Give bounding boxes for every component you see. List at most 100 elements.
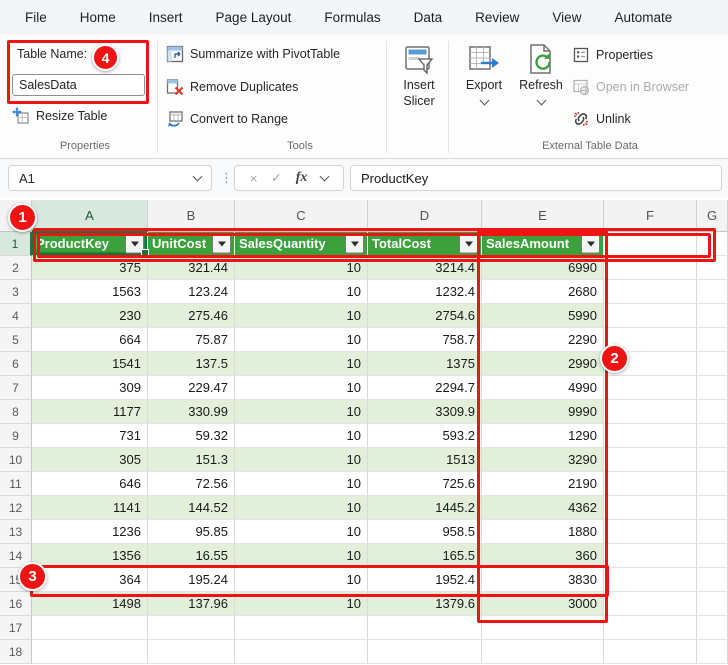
cell-D2[interactable]: 3214.4 (368, 256, 482, 280)
tab-review[interactable]: Review (475, 10, 519, 25)
cell-B8[interactable]: 330.99 (148, 400, 235, 424)
column-header-E[interactable]: E (482, 200, 604, 232)
filter-dropdown-button[interactable] (125, 234, 144, 253)
cell-B15[interactable]: 195.24 (148, 568, 235, 592)
cell-C13[interactable]: 10 (235, 520, 368, 544)
properties-button[interactable]: Properties (572, 46, 653, 64)
column-header-G[interactable]: G (697, 200, 728, 232)
cell-G13[interactable] (697, 520, 728, 544)
row-header-2[interactable]: 2 (0, 256, 32, 280)
row-header-6[interactable]: 6 (0, 352, 32, 376)
column-header-C[interactable]: C (235, 200, 368, 232)
cell-C4[interactable]: 10 (235, 304, 368, 328)
cell-G11[interactable] (697, 472, 728, 496)
row-header-5[interactable]: 5 (0, 328, 32, 352)
cell-F15[interactable] (604, 568, 697, 592)
filter-dropdown-button[interactable] (345, 234, 364, 253)
cell-D5[interactable]: 758.7 (368, 328, 482, 352)
cell-C9[interactable]: 10 (235, 424, 368, 448)
cell-E17[interactable] (482, 616, 604, 640)
cell-G18[interactable] (697, 640, 728, 664)
cell-A2[interactable]: 375 (32, 256, 148, 280)
unlink-button[interactable]: Unlink (572, 110, 631, 128)
row-header-11[interactable]: 11 (0, 472, 32, 496)
cell-F12[interactable] (604, 496, 697, 520)
cell-A7[interactable]: 309 (32, 376, 148, 400)
cell-E15[interactable]: 3830 (482, 568, 604, 592)
cell-E3[interactable]: 2680 (482, 280, 604, 304)
cell-C2[interactable]: 10 (235, 256, 368, 280)
cell-A6[interactable]: 1541 (32, 352, 148, 376)
cell-C3[interactable]: 10 (235, 280, 368, 304)
cell-C8[interactable]: 10 (235, 400, 368, 424)
column-header-F[interactable]: F (604, 200, 697, 232)
cell-A18[interactable] (32, 640, 148, 664)
row-header-1[interactable]: 1 (0, 232, 32, 256)
row-header-7[interactable]: 7 (0, 376, 32, 400)
cell-E7[interactable]: 4990 (482, 376, 604, 400)
cell-A9[interactable]: 731 (32, 424, 148, 448)
cell-F2[interactable] (604, 256, 697, 280)
cell-D4[interactable]: 2754.6 (368, 304, 482, 328)
cell-G5[interactable] (697, 328, 728, 352)
tab-page-layout[interactable]: Page Layout (216, 10, 292, 25)
cell-F8[interactable] (604, 400, 697, 424)
cell-G10[interactable] (697, 448, 728, 472)
cell-D13[interactable]: 958.5 (368, 520, 482, 544)
cell-G7[interactable] (697, 376, 728, 400)
cell-G12[interactable] (697, 496, 728, 520)
cell-A3[interactable]: 1563 (32, 280, 148, 304)
cell-D14[interactable]: 165.5 (368, 544, 482, 568)
cell-D18[interactable] (368, 640, 482, 664)
cell-A11[interactable]: 646 (32, 472, 148, 496)
column-header-A[interactable]: A (32, 200, 148, 232)
cell-E18[interactable] (482, 640, 604, 664)
cell-G9[interactable] (697, 424, 728, 448)
tab-insert[interactable]: Insert (149, 10, 183, 25)
cell-F4[interactable] (604, 304, 697, 328)
cell-D6[interactable]: 1375 (368, 352, 482, 376)
cell-A5[interactable]: 664 (32, 328, 148, 352)
row-header-9[interactable]: 9 (0, 424, 32, 448)
cell-C16[interactable]: 10 (235, 592, 368, 616)
row-header-4[interactable]: 4 (0, 304, 32, 328)
convert-to-range-button[interactable]: Convert to Range (166, 110, 288, 128)
refresh-button[interactable]: Refresh (514, 42, 568, 106)
cell-F11[interactable] (604, 472, 697, 496)
cell-B10[interactable]: 151.3 (148, 448, 235, 472)
cell-C11[interactable]: 10 (235, 472, 368, 496)
row-header-17[interactable]: 17 (0, 616, 32, 640)
cell-B17[interactable] (148, 616, 235, 640)
cell-B13[interactable]: 95.85 (148, 520, 235, 544)
cell-G14[interactable] (697, 544, 728, 568)
enter-icon[interactable]: ✓ (271, 170, 282, 186)
cell-F1[interactable] (604, 232, 697, 256)
tab-formulas[interactable]: Formulas (324, 10, 380, 25)
cell-B14[interactable]: 16.55 (148, 544, 235, 568)
cell-C17[interactable] (235, 616, 368, 640)
row-header-12[interactable]: 12 (0, 496, 32, 520)
cell-F13[interactable] (604, 520, 697, 544)
insert-slicer-button[interactable]: Insert Slicer (392, 42, 446, 108)
table-header-TotalCost[interactable]: TotalCost (368, 232, 482, 256)
table-header-SalesAmount[interactable]: SalesAmount (482, 232, 604, 256)
cell-C10[interactable]: 10 (235, 448, 368, 472)
row-header-14[interactable]: 14 (0, 544, 32, 568)
cell-B18[interactable] (148, 640, 235, 664)
cell-E8[interactable]: 9990 (482, 400, 604, 424)
cell-B4[interactable]: 275.46 (148, 304, 235, 328)
column-header-B[interactable]: B (148, 200, 235, 232)
cell-D15[interactable]: 1952.4 (368, 568, 482, 592)
cell-F6[interactable] (604, 352, 697, 376)
cell-A14[interactable]: 1356 (32, 544, 148, 568)
tab-automate[interactable]: Automate (614, 10, 672, 25)
cell-F16[interactable] (604, 592, 697, 616)
cell-D17[interactable] (368, 616, 482, 640)
cell-G16[interactable] (697, 592, 728, 616)
cell-E16[interactable]: 3000 (482, 592, 604, 616)
table-header-UnitCost[interactable]: UnitCost (148, 232, 235, 256)
cell-C12[interactable]: 10 (235, 496, 368, 520)
formula-input[interactable]: ProductKey (350, 165, 722, 191)
cell-A8[interactable]: 1177 (32, 400, 148, 424)
cell-G17[interactable] (697, 616, 728, 640)
